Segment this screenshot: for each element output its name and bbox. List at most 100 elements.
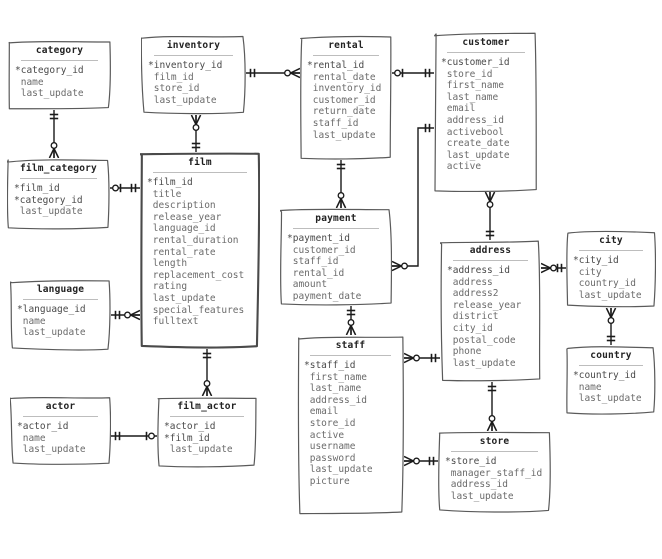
entity-city[interactable]: city *city_id city country_id last_update xyxy=(566,230,656,308)
field-row: email xyxy=(304,406,339,418)
entity-customer[interactable]: customer *customer_id store_id first_name… xyxy=(434,32,538,192)
entity-film[interactable]: film *film_id title description release_y… xyxy=(140,152,260,349)
entity-inventory[interactable]: inventory *inventory_id film_id store_id … xyxy=(141,35,246,115)
relationship-address-store[interactable] xyxy=(486,382,498,432)
field-row: release_year xyxy=(147,211,222,223)
field-list-staff: *staff_id first_name last_name address_i… xyxy=(304,360,397,488)
relationship-inventory-rental[interactable] xyxy=(246,67,301,79)
field-list-actor: *actor_id name last_update xyxy=(17,421,104,456)
field-row: name xyxy=(15,76,44,88)
entity-store[interactable]: store *store_id manager_staff_id address_… xyxy=(438,431,551,513)
field-row: *category_id xyxy=(14,194,83,206)
entity-title-film_actor: film_actor xyxy=(177,401,237,412)
field-row: address_id xyxy=(304,394,367,406)
entity-title-city: city xyxy=(599,235,623,246)
relationship-city-country[interactable] xyxy=(605,307,617,345)
relationship-language-film[interactable] xyxy=(111,309,141,321)
field-row: *inventory_id xyxy=(148,60,223,71)
relationship-rental-payment[interactable] xyxy=(335,160,347,209)
field-row: rental_date xyxy=(307,71,376,83)
relationship-category-film_category[interactable] xyxy=(48,110,60,159)
field-list-film_actor: *actor_id *film_id last_update xyxy=(164,421,250,456)
entity-address[interactable]: address *address_id address address2 rele… xyxy=(440,240,541,382)
field-row: last_update xyxy=(304,464,373,476)
entity-film_actor[interactable]: film_actor *actor_id *film_id last_update xyxy=(157,396,257,468)
field-list-category: *category_id name last_update xyxy=(15,65,104,100)
field-row: customer_id xyxy=(287,244,356,256)
field-row: last_update xyxy=(573,289,642,301)
field-row: last_update xyxy=(17,444,86,456)
entity-actor[interactable]: actor *actor_id name last_update xyxy=(10,396,111,466)
entity-rental[interactable]: rental *rental_id rental_date inventory_i… xyxy=(300,35,392,160)
field-list-payment: *payment_id customer_id staff_id rental_… xyxy=(287,233,385,303)
field-row: rental_rate xyxy=(147,246,216,258)
entity-title-payment: payment xyxy=(315,213,357,224)
entity-title-language: language xyxy=(36,284,85,295)
field-row: city xyxy=(573,266,602,278)
entity-title-film_category: film_category xyxy=(20,163,97,174)
entity-title-store: store xyxy=(479,436,510,447)
field-row: customer_id xyxy=(307,94,376,106)
field-row: film_id xyxy=(148,71,194,83)
entity-payment[interactable]: payment *payment_id customer_id staff_id … xyxy=(280,208,392,306)
field-list-rental: *rental_id rental_date inventory_id cust… xyxy=(307,60,385,141)
field-row: address2 xyxy=(447,288,499,300)
entity-title-rental: rental xyxy=(328,40,364,51)
field-row: *film_id xyxy=(147,177,193,188)
relationship-address-city[interactable] xyxy=(540,262,566,274)
field-row: username xyxy=(304,441,356,453)
title-divider xyxy=(23,416,98,417)
entity-title-inventory: inventory xyxy=(166,40,221,51)
title-divider xyxy=(153,172,247,173)
title-divider xyxy=(170,416,244,417)
field-row: *country_id xyxy=(573,370,636,381)
field-row: address_id xyxy=(445,479,508,491)
entity-category[interactable]: category *category_id name last_update xyxy=(8,40,111,110)
field-row: special_features xyxy=(147,304,245,316)
field-row: last_update xyxy=(445,490,514,502)
field-row: last_update xyxy=(14,206,83,218)
title-divider xyxy=(579,365,643,366)
title-divider xyxy=(310,355,391,356)
field-row: last_update xyxy=(147,292,216,304)
relationship-payment-customer[interactable] xyxy=(391,123,434,272)
field-row: first_name xyxy=(441,80,504,92)
field-row: last_update xyxy=(164,444,233,456)
entity-title-customer: customer xyxy=(462,37,510,48)
entity-staff[interactable]: staff *staff_id first_name last_name addr… xyxy=(297,335,404,515)
entity-country[interactable]: country *country_id name last_update xyxy=(566,345,656,415)
relationship-inventory-film[interactable] xyxy=(190,114,202,152)
field-row: staff_id xyxy=(287,256,339,268)
relationship-film-film_actor[interactable] xyxy=(201,349,213,397)
field-row: last_name xyxy=(304,383,362,395)
relationship-customer-address[interactable] xyxy=(484,191,496,240)
entity-title-film: film xyxy=(188,157,212,168)
relationship-rental-customer[interactable] xyxy=(392,68,434,78)
field-row: *customer_id xyxy=(441,57,510,68)
field-row: last_update xyxy=(447,357,516,369)
field-row: postal_code xyxy=(447,334,516,346)
field-row: *film_id xyxy=(164,432,210,444)
relationship-actor-film_actor[interactable] xyxy=(111,431,157,441)
entity-title-country: country xyxy=(590,350,632,361)
entity-language[interactable]: language *language_id name last_update xyxy=(10,279,111,351)
entity-title-staff: staff xyxy=(335,340,366,351)
field-row: first_name xyxy=(304,371,367,383)
field-row: password xyxy=(304,452,356,464)
field-row: inventory_id xyxy=(307,83,382,95)
field-row: *staff_id xyxy=(304,360,356,371)
field-row: active xyxy=(304,429,345,441)
relationship-staff-address[interactable] xyxy=(403,352,440,364)
title-divider xyxy=(293,228,379,229)
entity-film_category[interactable]: film_category *film_id *category_id last_u… xyxy=(7,158,110,230)
field-list-store: *store_id manager_staff_id address_id la… xyxy=(445,456,544,502)
field-row: address_id xyxy=(441,114,504,126)
title-divider xyxy=(453,260,528,261)
relationship-staff-store[interactable] xyxy=(403,455,438,467)
relationship-payment-staff[interactable] xyxy=(345,306,357,336)
relationship-film_category-film[interactable] xyxy=(110,183,140,193)
field-row: return_date xyxy=(307,106,376,118)
field-row: title xyxy=(147,188,182,200)
field-row: payment_date xyxy=(287,290,362,302)
field-row: description xyxy=(147,200,216,212)
